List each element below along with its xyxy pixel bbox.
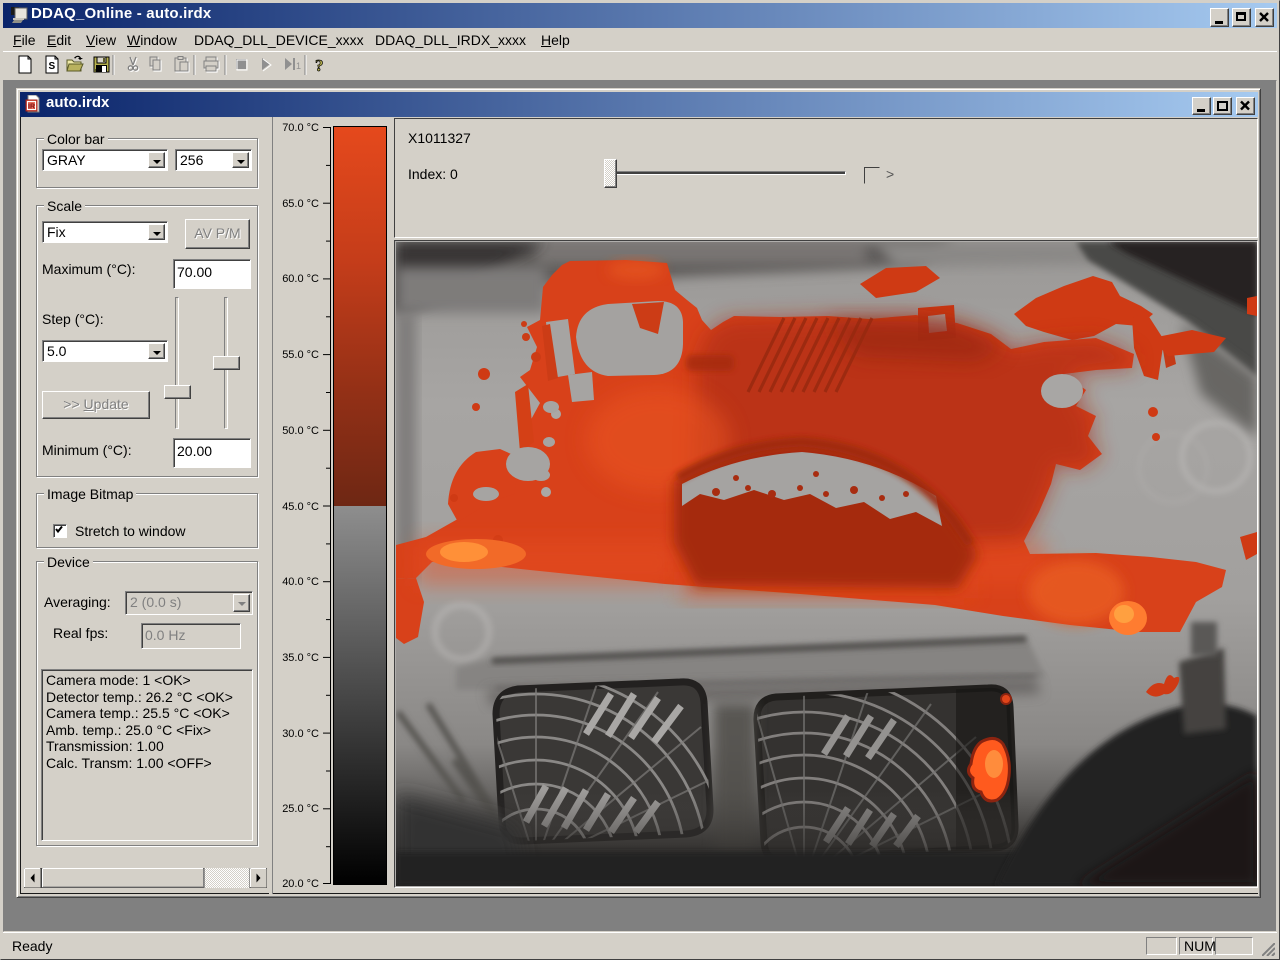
svg-text:45.0 °C: 45.0 °C bbox=[282, 501, 319, 513]
svg-text:?: ? bbox=[315, 56, 324, 75]
svg-text:25.0 °C: 25.0 °C bbox=[282, 803, 319, 815]
svg-text:50.0 °C: 50.0 °C bbox=[282, 425, 319, 437]
svg-text:30.0 °C: 30.0 °C bbox=[282, 728, 319, 740]
svg-text:60.0 °C: 60.0 °C bbox=[282, 273, 319, 285]
svg-text:IR: IR bbox=[28, 104, 35, 111]
svg-text:40.0 °C: 40.0 °C bbox=[282, 576, 319, 588]
svg-text:20.0 °C: 20.0 °C bbox=[282, 878, 319, 890]
svg-text:S: S bbox=[49, 61, 56, 72]
svg-text:1: 1 bbox=[296, 61, 301, 71]
svg-text:70.0 °C: 70.0 °C bbox=[282, 122, 319, 134]
svg-text:35.0 °C: 35.0 °C bbox=[282, 652, 319, 664]
svg-text:55.0 °C: 55.0 °C bbox=[282, 349, 319, 361]
svg-text:65.0 °C: 65.0 °C bbox=[282, 198, 319, 210]
